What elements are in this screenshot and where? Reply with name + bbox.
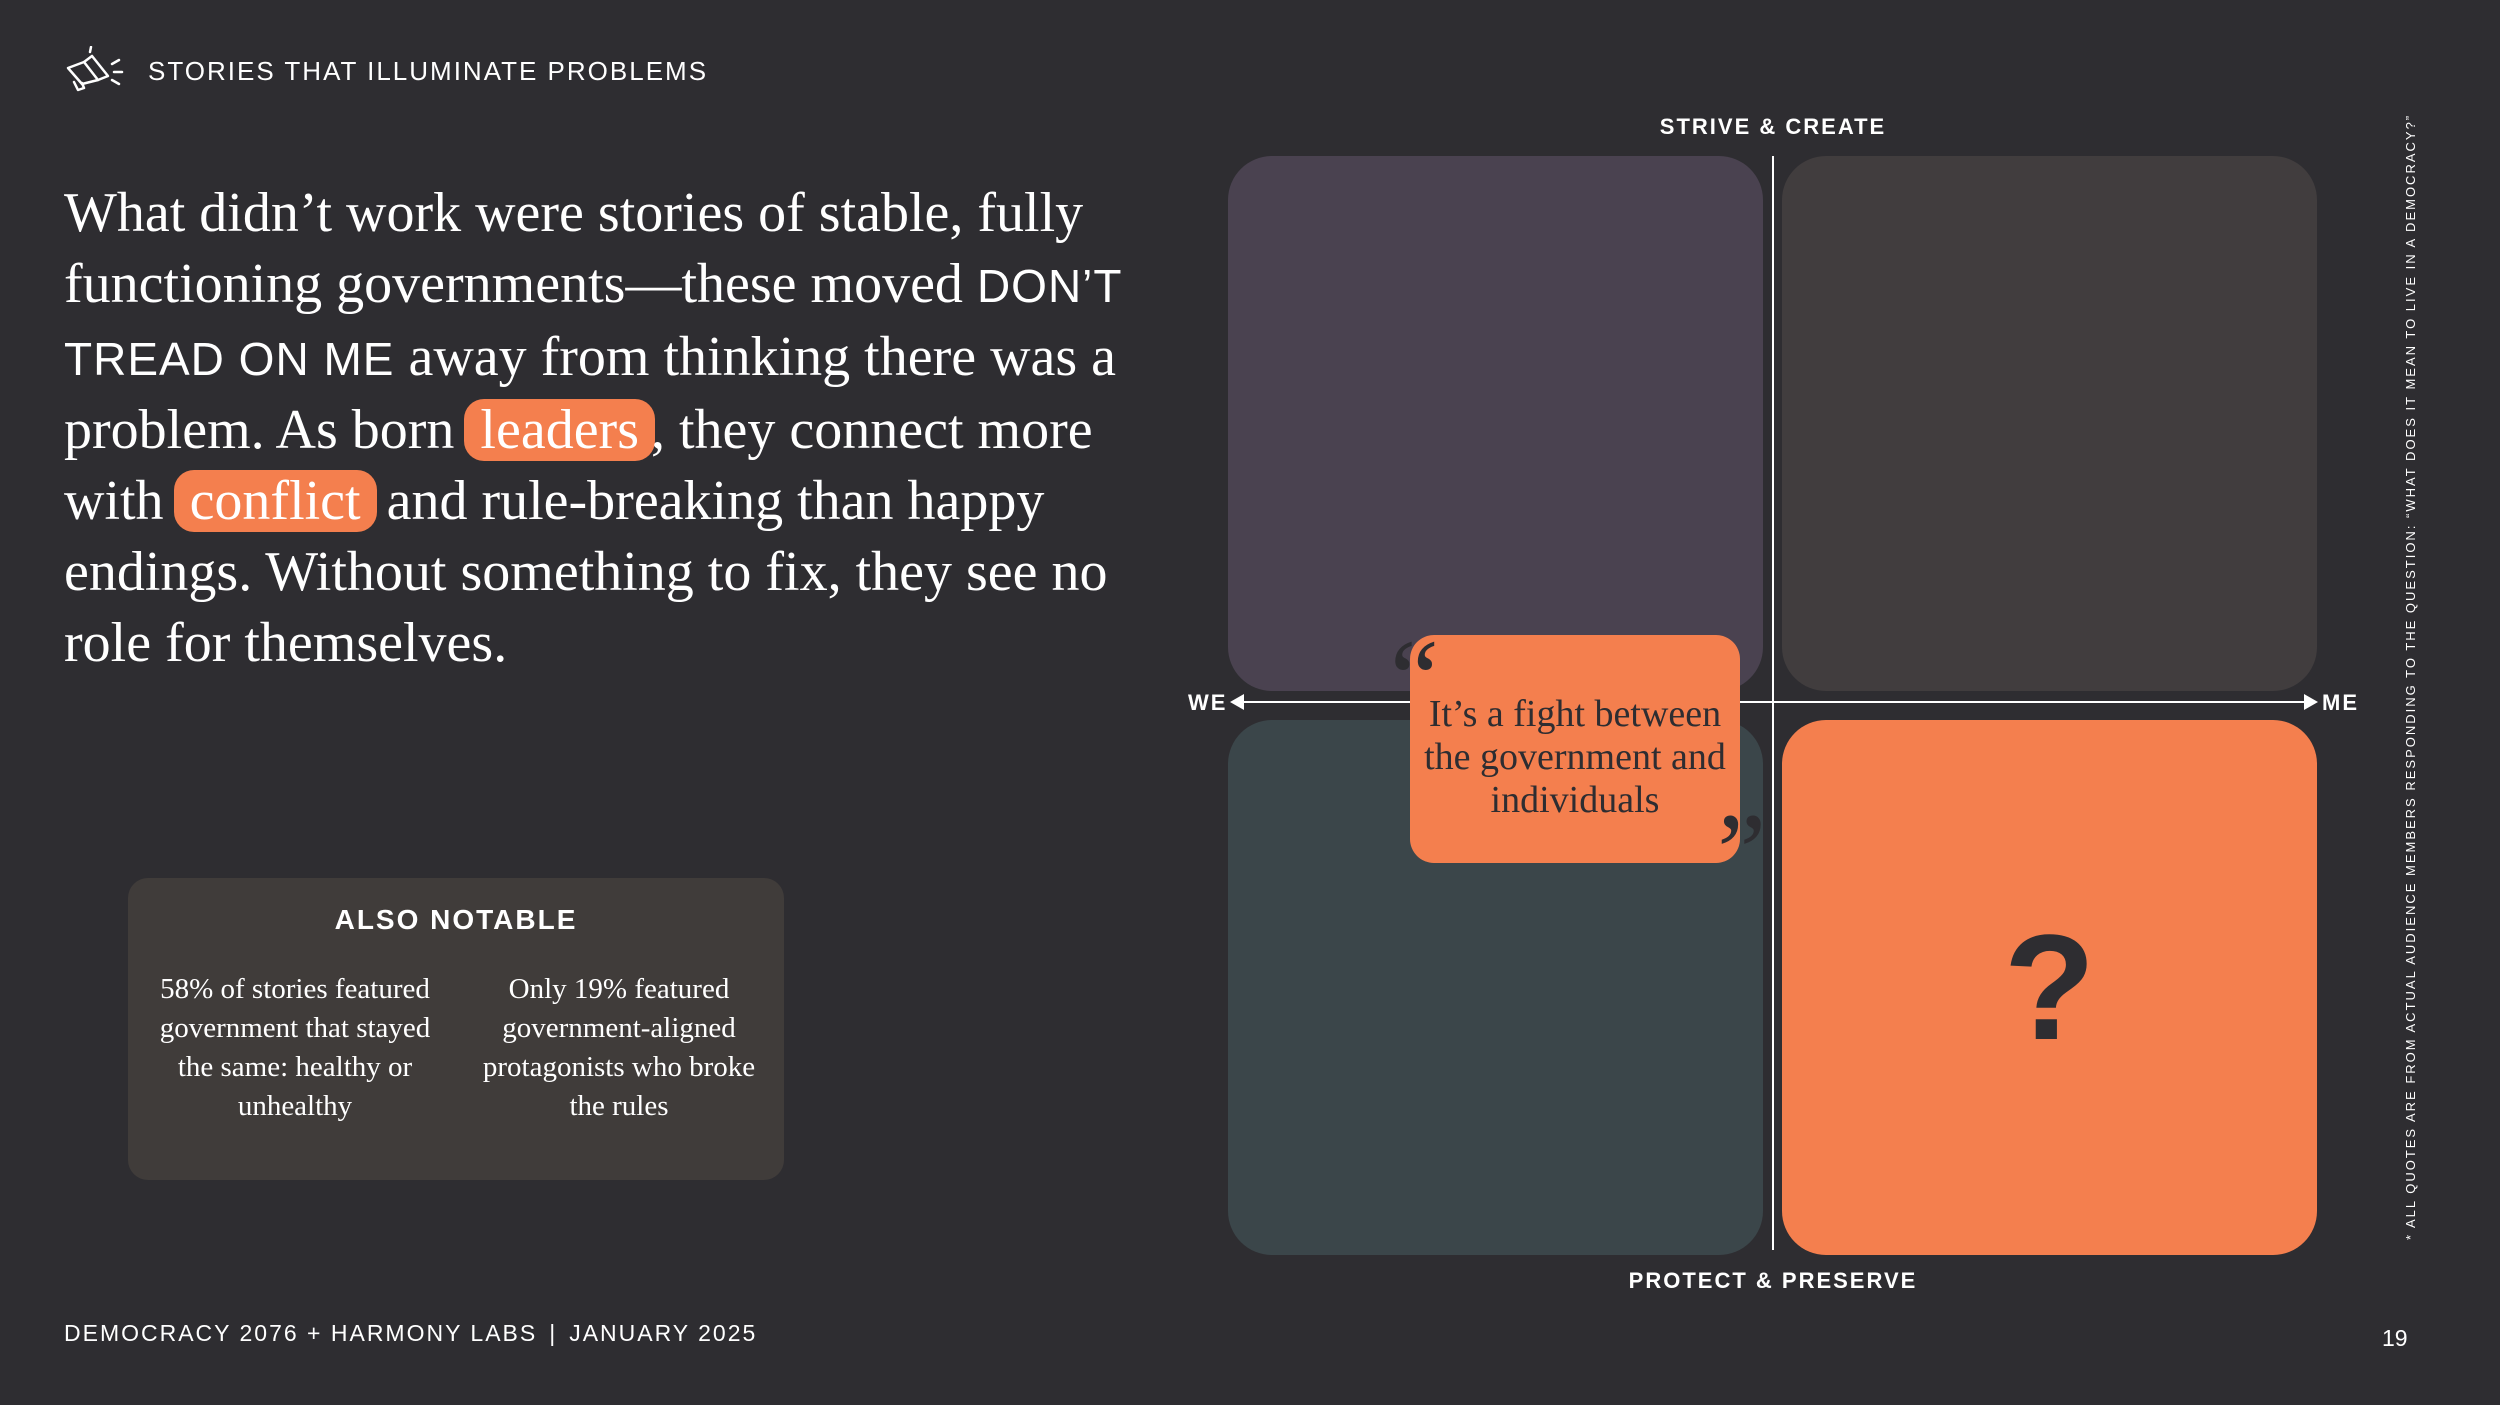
arrow-right-icon xyxy=(2304,694,2318,710)
also-notable-panel: ALSO NOTABLE 58% of stories featured gov… xyxy=(128,878,784,1180)
notable-stat-2: Only 19% featured government-aligned pro… xyxy=(482,973,756,1122)
footer-date: JANUARY 2025 xyxy=(569,1320,758,1346)
quadrant-top-right xyxy=(1782,156,2317,691)
close-quote-icon: ” xyxy=(1717,791,1766,913)
side-footnote: * ALL QUOTES ARE FROM ACTUAL AUDIENCE ME… xyxy=(2403,113,2418,1240)
axis-label-top: STRIVE & CREATE xyxy=(1659,114,1887,139)
axis-label-bottom: PROTECT & PRESERVE xyxy=(1628,1268,1918,1293)
main-paragraph: What didn’t work were stories of stable,… xyxy=(64,178,1124,679)
question-mark: ? xyxy=(2003,903,2096,1071)
quadrant-diagram: STRIVE & CREATE PROTECT & PRESERVE WE ME… xyxy=(1160,110,2380,1310)
axis-label-right: ME xyxy=(2322,690,2359,715)
quote-text: It’s a fight between the government and … xyxy=(1424,693,1726,821)
also-notable-title: ALSO NOTABLE xyxy=(334,904,578,935)
arrow-left-icon xyxy=(1230,694,1244,710)
quote-card: “ It’s a fight between the government an… xyxy=(1390,623,1766,907)
vertical-axis xyxy=(1772,156,1774,1250)
footer-separator: | xyxy=(549,1320,558,1346)
megaphone-icon xyxy=(66,46,124,92)
section-header: STORIES THAT ILLUMINATE PROBLEMS xyxy=(62,46,708,96)
axis-label-left: WE xyxy=(1188,690,1228,715)
footer-org: DEMOCRACY 2076 + HARMONY LABS xyxy=(64,1320,538,1346)
section-title: STORIES THAT ILLUMINATE PROBLEMS xyxy=(148,55,709,86)
quadrant-top-left xyxy=(1228,156,1763,691)
highlight-leaders: leaders xyxy=(464,399,655,461)
page-number: 19 xyxy=(2382,1325,2408,1351)
footer: DEMOCRACY 2076 + HARMONY LABS | JANUARY … xyxy=(64,1320,757,1347)
highlight-conflict: conflict xyxy=(173,470,377,532)
notable-stat-1: 58% of stories featured government that … xyxy=(159,973,431,1122)
paragraph-text: What didn’t work were stories of stable,… xyxy=(64,182,1084,315)
